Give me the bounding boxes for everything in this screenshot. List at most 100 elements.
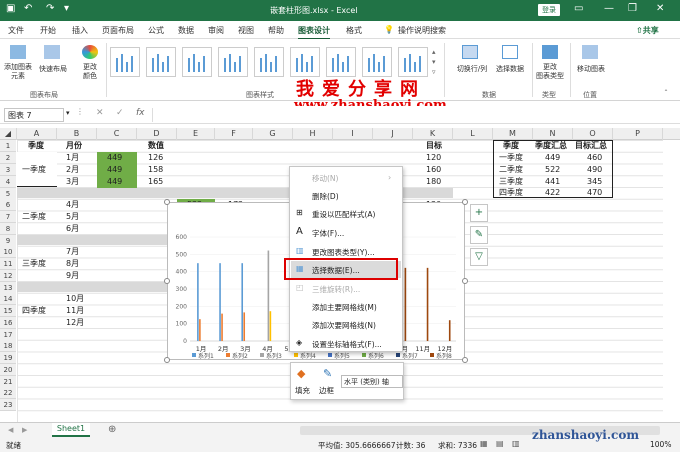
name-box[interactable]: 图表 7 <box>4 108 64 122</box>
tab-formulas[interactable]: 公式 <box>148 25 164 36</box>
summary-header[interactable]: 季度 <box>503 140 519 152</box>
legend-swatch[interactable] <box>430 353 434 357</box>
zoom-level[interactable]: 100% <box>650 440 671 449</box>
y-tick-label[interactable]: 300 <box>176 286 188 293</box>
summary-cell[interactable]: 470 <box>587 187 602 199</box>
menu-item-font[interactable]: 字体(F)... <box>312 228 344 239</box>
legend-label[interactable]: 系列7 <box>402 352 418 360</box>
menu-item-change-type[interactable]: 更改图表类型(Y)... <box>312 247 375 258</box>
row-header[interactable]: 22 <box>0 387 16 399</box>
page-layout-icon[interactable]: ▤ <box>496 439 504 448</box>
chart-style-4[interactable] <box>218 47 248 77</box>
redo-icon[interactable]: ↷ <box>46 3 54 14</box>
menu-item-minor-gridlines[interactable]: 添加次要网格线(N) <box>312 320 376 331</box>
border-label[interactable]: 边框 <box>319 385 334 396</box>
legend-swatch[interactable] <box>260 353 264 357</box>
share-button[interactable]: ⇧共享 <box>636 25 659 36</box>
bar[interactable] <box>426 267 429 341</box>
column-header[interactable]: D <box>137 128 177 140</box>
season-cell[interactable]: 三季度 <box>22 258 46 270</box>
x-tick-label[interactable]: 11月 <box>415 345 430 353</box>
bar[interactable] <box>241 263 244 341</box>
tab-data[interactable]: 数据 <box>178 25 194 36</box>
row-header[interactable]: 6 <box>0 199 16 211</box>
add-chart-element-button[interactable]: 添加图表 元素 <box>2 63 34 81</box>
season-cell[interactable]: 四季度 <box>22 305 46 317</box>
month-cell[interactable]: 6月 <box>66 223 79 235</box>
month-cell[interactable]: 4月 <box>66 199 79 211</box>
column-header[interactable]: N <box>533 128 573 140</box>
column-header[interactable]: H <box>293 128 333 140</box>
sheet-next-icon[interactable]: ▶ <box>22 426 27 434</box>
row-header[interactable]: 20 <box>0 364 16 376</box>
menu-item-delete[interactable]: 删除(D) <box>312 191 339 202</box>
filter-icon[interactable]: ▽ <box>470 248 488 266</box>
legend-label[interactable]: 系列2 <box>232 352 248 360</box>
restore-icon[interactable]: ❐ <box>628 3 637 14</box>
column-header[interactable]: G <box>253 128 293 140</box>
name-box-dropdown-icon[interactable]: ▾ <box>66 109 70 117</box>
summary-header[interactable]: 季度汇总 <box>535 140 567 152</box>
resize-handle[interactable] <box>462 199 468 205</box>
tab-format[interactable]: 格式 <box>346 25 362 36</box>
row-header[interactable]: 7 <box>0 211 16 223</box>
row-header[interactable]: 16 <box>0 317 16 329</box>
styles-scroll-icon[interactable]: ▴ ▾ ▿ <box>432 47 436 77</box>
resize-handle[interactable] <box>462 278 468 284</box>
undo-icon[interactable]: ↶ <box>24 3 32 14</box>
tab-file[interactable]: 文件 <box>8 25 24 36</box>
legend-label[interactable]: 系列1 <box>198 352 214 360</box>
tab-page-layout[interactable]: 页面布局 <box>102 25 134 36</box>
switch-row-column-button[interactable]: 切换行/列 <box>452 65 492 74</box>
select-all-corner[interactable]: ◢ <box>0 128 17 140</box>
close-icon[interactable]: ✕ <box>656 3 664 14</box>
legend-swatch[interactable] <box>192 353 196 357</box>
legend-swatch[interactable] <box>328 353 332 357</box>
collapse-ribbon-icon[interactable]: ˆ <box>664 89 668 98</box>
month-cell[interactable]: 8月 <box>66 258 79 270</box>
resize-handle-icon[interactable]: ⋮ <box>76 107 84 116</box>
legend-label[interactable]: 系列5 <box>334 352 350 360</box>
header-season[interactable]: 季度 <box>28 140 44 152</box>
column-header[interactable]: J <box>373 128 413 140</box>
row-header[interactable]: 19 <box>0 352 16 364</box>
legend-swatch[interactable] <box>396 353 400 357</box>
page-break-icon[interactable]: ▥ <box>512 439 520 448</box>
outline-pen-icon[interactable]: ✎ <box>323 367 332 380</box>
row-header[interactable]: 4 <box>0 176 16 188</box>
move-chart-button[interactable]: 移动图表 <box>574 65 608 74</box>
month-cell[interactable]: 1月 <box>66 152 79 164</box>
sheet-tab-active[interactable]: Sheet1 <box>52 423 90 437</box>
x-tick-label[interactable]: 3月 <box>240 345 251 353</box>
column-header[interactable]: B <box>57 128 97 140</box>
tell-me-search[interactable]: 操作说明搜索 <box>398 25 446 36</box>
cancel-icon[interactable]: ✕ <box>96 108 104 118</box>
column-header[interactable]: O <box>573 128 613 140</box>
row-header[interactable]: 18 <box>0 340 16 352</box>
formula-input[interactable] <box>152 108 678 122</box>
change-chart-type-button[interactable]: 更改 图表类型 <box>534 63 566 81</box>
menu-item-major-gridlines[interactable]: 添加主要网格线(M) <box>312 302 377 313</box>
summary-cell[interactable]: 二季度 <box>499 164 523 176</box>
resize-handle[interactable] <box>164 199 170 205</box>
row-header[interactable]: 8 <box>0 223 16 235</box>
month-cell[interactable]: 12月 <box>66 317 84 329</box>
column-header[interactable]: C <box>97 128 137 140</box>
bar[interactable] <box>219 263 221 341</box>
enter-icon[interactable]: ✓ <box>116 108 124 118</box>
insert-function-icon[interactable]: fx <box>136 108 145 118</box>
column-header[interactable]: K <box>413 128 453 140</box>
tab-home[interactable]: 开始 <box>40 25 56 36</box>
tab-help[interactable]: 帮助 <box>268 25 284 36</box>
season-cell[interactable]: 二季度 <box>22 211 46 223</box>
x-tick-label[interactable]: 2月 <box>218 345 229 353</box>
menu-item-3d-rotation[interactable]: 三维旋转(R)... <box>312 284 360 295</box>
summary-cell[interactable]: 一季度 <box>499 152 523 164</box>
summary-header[interactable]: 目标汇总 <box>575 140 607 152</box>
fill-label[interactable]: 填充 <box>295 385 310 396</box>
resize-handle[interactable] <box>164 357 170 363</box>
bar[interactable] <box>267 250 270 341</box>
y-tick-label[interactable]: 0 <box>183 338 187 345</box>
month-cell[interactable]: 2月 <box>66 164 79 176</box>
summary-cell[interactable]: 522 <box>545 164 560 176</box>
